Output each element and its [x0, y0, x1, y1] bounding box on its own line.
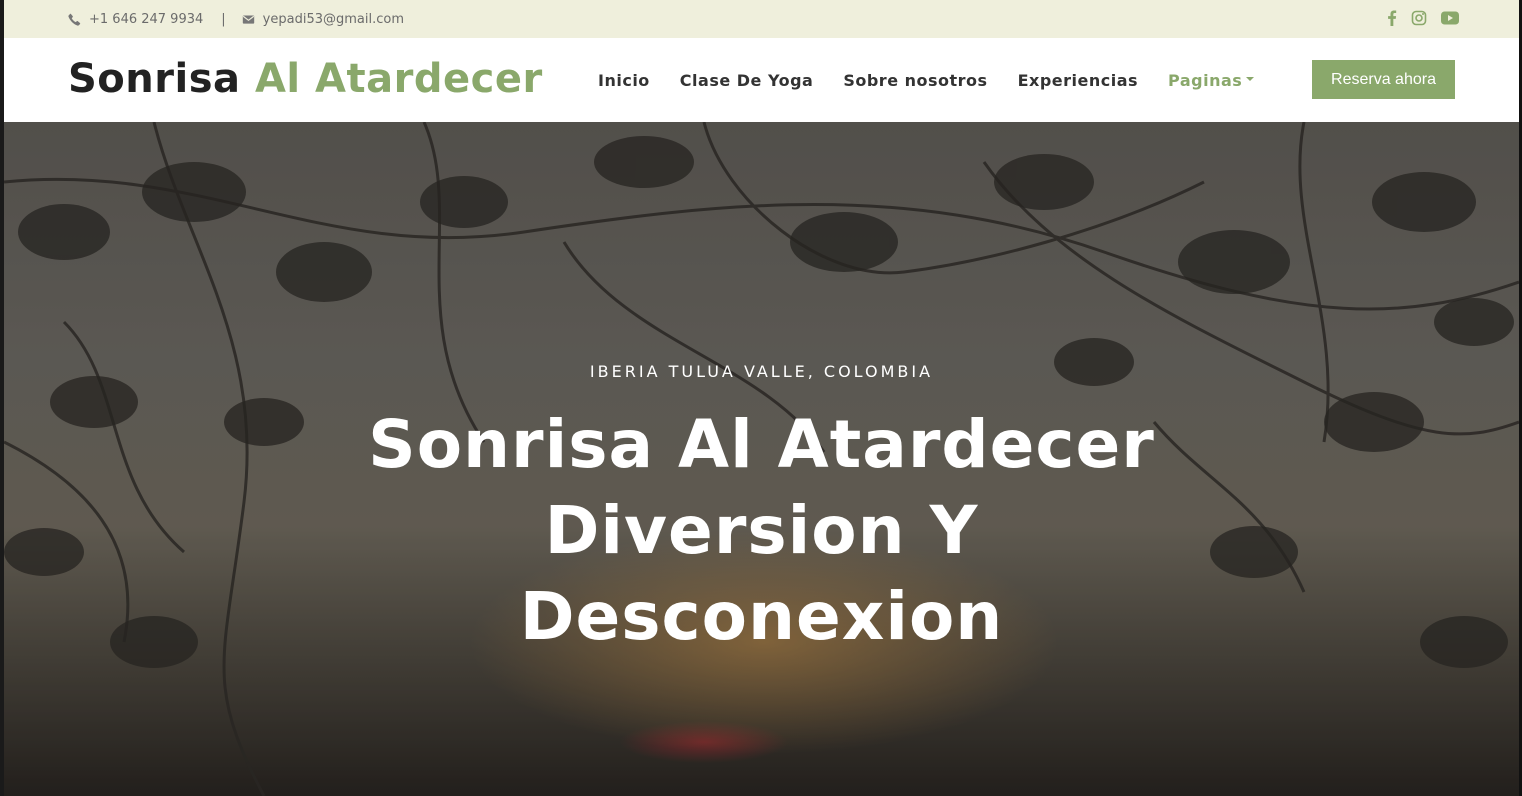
logo-text-green: Al Atardecer: [254, 56, 543, 102]
contact-separator: |: [221, 11, 226, 27]
instagram-icon[interactable]: [1411, 10, 1427, 26]
nav-item-experiencias[interactable]: Experiencias: [1018, 71, 1138, 90]
contact-info: +1 646 247 9934 | yepadi53@gmail.com: [68, 0, 404, 38]
social-links: [1387, 0, 1459, 36]
nav-item-clase-de-yoga[interactable]: Clase De Yoga: [680, 71, 814, 90]
hero-title: Sonrisa Al Atardecer Diversion Y Descone…: [4, 402, 1519, 660]
hero-title-line-2: Diversion Y: [544, 492, 979, 569]
nav-item-paginas-label: Paginas: [1168, 70, 1243, 90]
hero-title-line-3: Desconexion: [519, 578, 1004, 655]
page: +1 646 247 9934 | yepadi53@gmail.com Son…: [4, 0, 1519, 796]
phone-number[interactable]: +1 646 247 9934: [89, 12, 203, 27]
hero-title-line-1: Sonrisa Al Atardecer: [368, 406, 1155, 483]
phone-icon: [68, 13, 81, 26]
envelope-icon: [242, 13, 255, 26]
email-address[interactable]: yepadi53@gmail.com: [263, 12, 404, 27]
caret-down-icon: [1246, 77, 1255, 81]
main-nav: Inicio Clase De Yoga Sobre nosotros Expe…: [598, 38, 1284, 122]
logo-text-dark: Sonrisa: [68, 56, 241, 102]
site-logo[interactable]: Sonrisa Al Atardecer: [68, 56, 543, 102]
facebook-icon[interactable]: [1387, 10, 1397, 26]
top-bar: +1 646 247 9934 | yepadi53@gmail.com: [4, 0, 1519, 38]
nav-item-inicio[interactable]: Inicio: [598, 71, 650, 90]
reserve-now-button[interactable]: Reserva ahora: [1312, 60, 1455, 99]
site-header: Sonrisa Al Atardecer Inicio Clase De Yog…: [4, 38, 1519, 122]
nav-item-paginas[interactable]: Paginas: [1168, 70, 1255, 90]
nav-item-sobre-nosotros[interactable]: Sobre nosotros: [843, 71, 987, 90]
hero-banner: IBERIA TULUA VALLE, COLOMBIA Sonrisa Al …: [4, 122, 1519, 796]
youtube-icon[interactable]: [1441, 11, 1459, 25]
hero-location: IBERIA TULUA VALLE, COLOMBIA: [589, 362, 934, 381]
